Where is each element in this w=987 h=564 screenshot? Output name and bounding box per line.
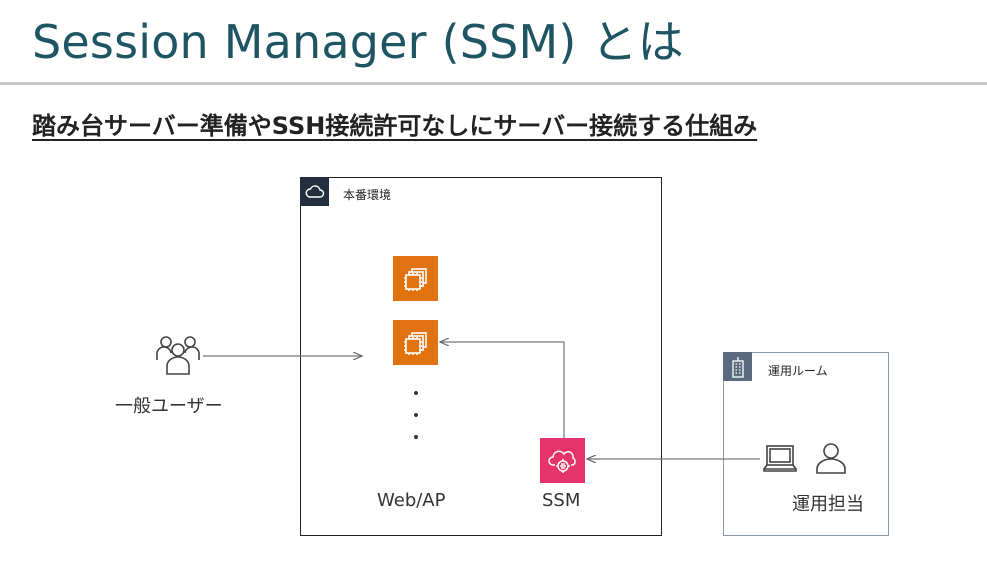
ssm-to-instance-arrow [440, 342, 565, 438]
connector-layer [203, 0, 760, 564]
